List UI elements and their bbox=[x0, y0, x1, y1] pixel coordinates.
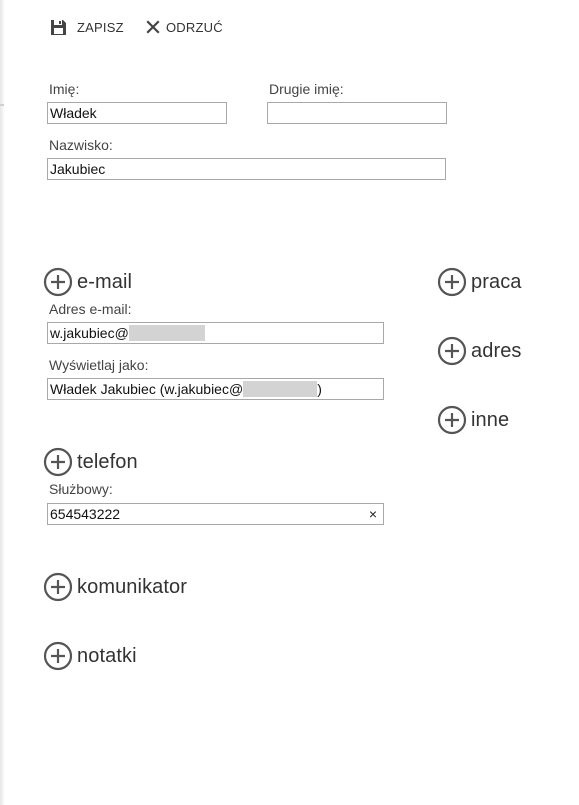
plus-circle-icon bbox=[437, 336, 467, 366]
discard-button[interactable]: ODRZUĆ bbox=[146, 16, 223, 38]
add-work-section[interactable]: praca bbox=[437, 267, 522, 297]
redacted-email-domain bbox=[128, 325, 205, 341]
add-notes-section[interactable]: notatki bbox=[43, 641, 137, 671]
last-name-label: Nazwisko: bbox=[49, 137, 113, 153]
discard-button-label: ODRZUĆ bbox=[166, 19, 223, 35]
work-phone-field[interactable]: 654543222 × bbox=[47, 503, 384, 525]
contact-edit-page: ZAPISZ ODRZUĆ Imię: Władek Drugie imię: … bbox=[0, 0, 579, 805]
display-as-suffix: ) bbox=[317, 381, 322, 397]
save-icon bbox=[50, 19, 67, 36]
add-email-section[interactable]: e-mail bbox=[43, 267, 132, 297]
plus-circle-icon bbox=[437, 267, 467, 297]
plus-circle-icon bbox=[43, 447, 73, 477]
save-button[interactable]: ZAPISZ bbox=[50, 16, 124, 38]
email-address-value: w.jakubiec@ bbox=[50, 325, 129, 341]
left-edge-tick bbox=[0, 104, 4, 106]
other-section-label: inne bbox=[471, 408, 510, 431]
plus-circle-icon bbox=[43, 267, 73, 297]
left-edge-shadow bbox=[0, 0, 5, 805]
display-as-label: Wyświetlaj jako: bbox=[49, 357, 149, 373]
display-as-field[interactable]: Władek Jakubiec (w.jakubiec@) bbox=[47, 378, 384, 400]
email-address-field[interactable]: w.jakubiec@ bbox=[47, 322, 384, 344]
add-address-section[interactable]: adres bbox=[437, 336, 522, 366]
close-icon bbox=[146, 20, 160, 34]
redacted-display-domain bbox=[243, 381, 318, 397]
add-phone-section[interactable]: telefon bbox=[43, 447, 138, 477]
messenger-section-label: komunikator bbox=[77, 575, 188, 598]
notes-section-label: notatki bbox=[77, 644, 137, 667]
add-messenger-section[interactable]: komunikator bbox=[43, 572, 187, 602]
email-address-label: Adres e-mail: bbox=[49, 301, 132, 317]
middle-name-label: Drugie imię: bbox=[269, 81, 344, 97]
work-section-label: praca bbox=[471, 270, 522, 293]
first-name-field[interactable]: Władek bbox=[47, 102, 227, 124]
plus-circle-icon bbox=[43, 641, 73, 671]
first-name-label: Imię: bbox=[49, 81, 80, 97]
email-section-label: e-mail bbox=[77, 270, 133, 293]
work-phone-label: Służbowy: bbox=[49, 481, 113, 497]
last-name-field[interactable]: Jakubiec bbox=[47, 158, 446, 180]
last-name-value: Jakubiec bbox=[50, 161, 106, 177]
address-section-label: adres bbox=[471, 339, 522, 362]
phone-section-label: telefon bbox=[77, 450, 138, 473]
display-as-value: Władek Jakubiec (w.jakubiec@ bbox=[50, 381, 244, 397]
plus-circle-icon bbox=[43, 572, 73, 602]
work-phone-value: 654543222 bbox=[50, 506, 121, 522]
middle-name-field[interactable] bbox=[267, 102, 447, 124]
first-name-value: Władek bbox=[50, 105, 97, 121]
clear-field-icon[interactable]: × bbox=[369, 506, 377, 522]
save-button-label: ZAPISZ bbox=[77, 19, 124, 35]
add-other-section[interactable]: inne bbox=[437, 405, 509, 435]
plus-circle-icon bbox=[437, 405, 467, 435]
